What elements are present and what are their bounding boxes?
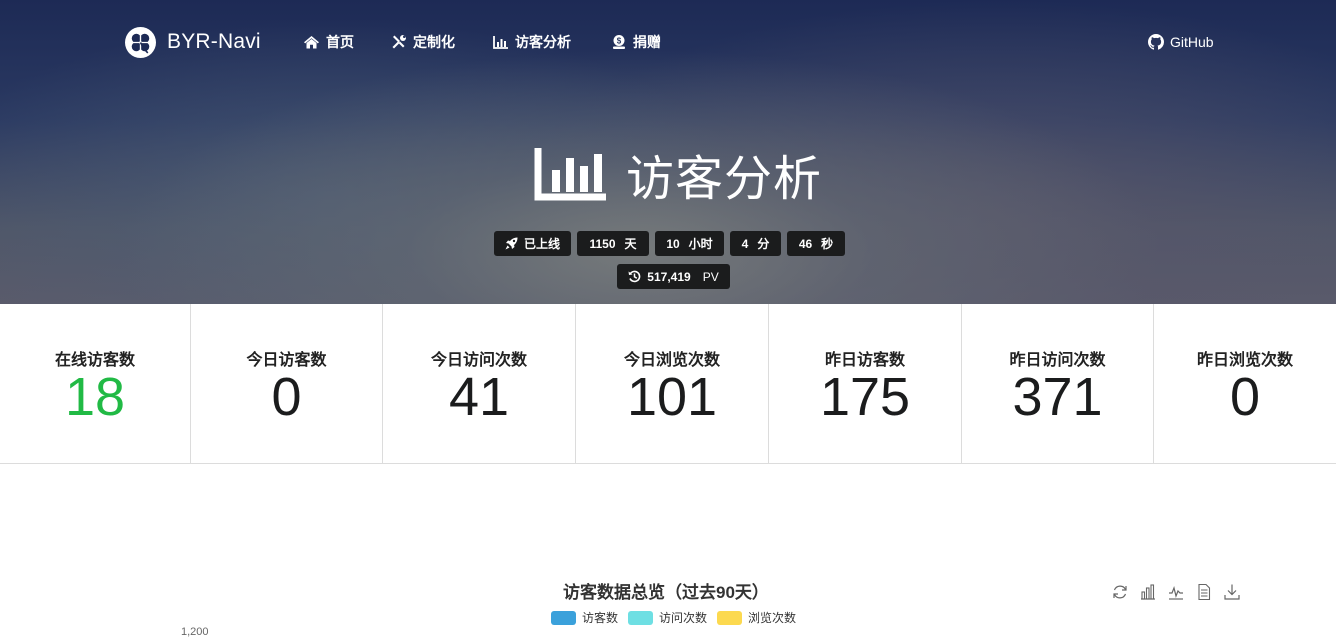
tools-icon (392, 35, 406, 49)
top-navbar: BYR-Navi 首页 定制化 访客分析 $ 捐赠 GitHub (0, 0, 1336, 84)
hero-banner: BYR-Navi 首页 定制化 访客分析 $ 捐赠 GitHub 访客分析 已上… (0, 0, 1336, 304)
stat-yesterday-visits: 昨日访问次数 371 (962, 304, 1154, 463)
chart-bar-icon (493, 36, 508, 49)
chart-toolbox (1106, 582, 1246, 602)
home-icon (304, 36, 319, 49)
stat-online-visitors: 在线访客数 18 (0, 304, 191, 463)
page-title-text: 访客分析 (626, 153, 823, 206)
legend-label: 浏览次数 (748, 611, 797, 625)
nav-item-customize[interactable]: 定制化 (391, 32, 455, 52)
legend-swatch (551, 610, 576, 625)
github-icon (1148, 34, 1164, 50)
uptime-minutes-unit: 分 (757, 237, 770, 251)
stat-value: 0 (1229, 367, 1261, 427)
uptime-hours-unit: 小时 (688, 237, 713, 251)
uptime-minutes: 4 (741, 236, 749, 251)
nav-item-github[interactable]: GitHub (1148, 32, 1214, 52)
uptime-days-badge: 1150 天 (577, 231, 649, 256)
stat-today-visitors: 今日访客数 0 (191, 304, 383, 463)
status-badge-online: 已上线 (494, 231, 571, 256)
stat-yesterday-pageviews: 昨日浏览次数 0 (1154, 304, 1336, 463)
stat-value: 101 (626, 367, 718, 427)
donate-icon: $ (613, 35, 625, 49)
clover-logo-icon (125, 26, 156, 58)
y-axis-tick-label: 1,200 (181, 626, 209, 638)
brand[interactable]: BYR-Navi (125, 26, 261, 58)
nav-item-donate-label: 捐赠 (633, 34, 661, 50)
history-icon (628, 270, 641, 283)
legend-swatch (628, 610, 654, 625)
pageview-badge: 517,419 PV (617, 264, 730, 289)
online-label: 已上线 (523, 237, 560, 251)
uptime-minutes-badge: 4分 (730, 231, 781, 256)
svg-text:$: $ (617, 37, 622, 46)
stat-yesterday-visitors: 昨日访客数 175 (769, 304, 962, 463)
nav-item-home-label: 首页 (326, 34, 354, 50)
legend-item-visits[interactable]: 访问次数 (628, 609, 707, 626)
nav-item-visitor-analytics-label: 访客分析 (515, 34, 571, 50)
nav-item-visitor-analytics[interactable]: 访客分析 (493, 32, 571, 52)
uptime-days-unit: 天 (624, 237, 637, 251)
stat-today-pageviews: 今日浏览次数 101 (576, 304, 769, 463)
stat-today-visits: 今日访问次数 41 (383, 304, 576, 463)
stat-value: 175 (819, 367, 911, 427)
brand-name: BYR-Navi (167, 30, 261, 53)
stat-value: 41 (448, 367, 510, 427)
refresh-icon[interactable] (1106, 582, 1134, 602)
download-icon[interactable] (1218, 582, 1246, 602)
line-chart-icon[interactable] (1162, 582, 1190, 602)
legend-item-visitors[interactable]: 访客数 (551, 609, 618, 626)
uptime-hours: 10 (666, 236, 680, 251)
stat-value: 371 (1012, 367, 1103, 427)
rocket-icon (505, 237, 518, 250)
chart-legend: 访客数 访问次数 浏览次数 (551, 609, 806, 626)
legend-item-pageviews[interactable]: 浏览次数 (717, 609, 796, 626)
nav-item-donate[interactable]: $ 捐赠 (611, 32, 661, 52)
page-title: 访客分析 (534, 146, 822, 206)
uptime-seconds-unit: 秒 (821, 237, 834, 251)
pageview-unit: PV (702, 269, 719, 284)
nav-item-home[interactable]: 首页 (303, 32, 354, 52)
stat-value: 0 (271, 367, 302, 427)
legend-label: 访客数 (582, 611, 619, 625)
pageview-count: 517,419 (647, 269, 691, 284)
uptime-seconds-badge: 46 秒 (787, 231, 845, 256)
nav-item-customize-label: 定制化 (413, 34, 455, 50)
uptime-days: 1150 (589, 236, 616, 251)
legend-swatch (717, 610, 743, 625)
chart-title: 访客数据总览（过去90天） (563, 583, 769, 602)
data-view-icon[interactable] (1190, 582, 1218, 602)
bar-chart-icon[interactable] (1134, 582, 1162, 602)
nav-item-github-label: GitHub (1170, 34, 1214, 50)
stats-row: 在线访客数 18 今日访客数 0 今日访问次数 41 今日浏览次数 101 昨日… (0, 304, 1336, 464)
uptime-hours-badge: 10 小时 (655, 231, 724, 256)
uptime-seconds: 46 (798, 236, 813, 251)
legend-label: 访问次数 (659, 611, 708, 625)
stat-value: 18 (64, 367, 126, 427)
chart-bar-icon (534, 148, 606, 201)
